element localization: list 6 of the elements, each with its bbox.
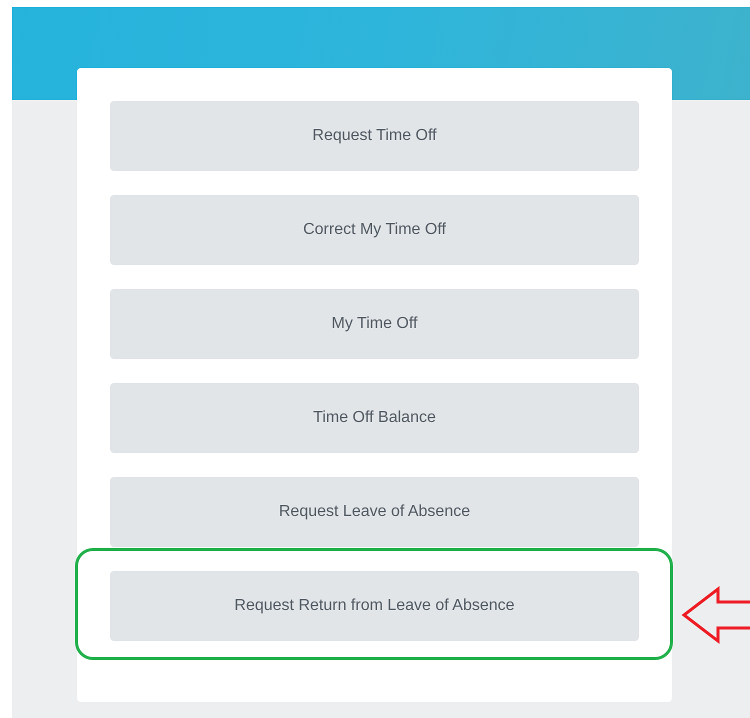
action-button[interactable]: Request Return from Leave of Absence (110, 571, 639, 641)
action-button[interactable]: Time Off Balance (110, 383, 639, 453)
action-button[interactable]: My Time Off (110, 289, 639, 359)
action-button[interactable]: Request Time Off (110, 101, 639, 171)
action-button[interactable]: Correct My Time Off (110, 195, 639, 265)
action-button[interactable]: Request Leave of Absence (110, 477, 639, 547)
